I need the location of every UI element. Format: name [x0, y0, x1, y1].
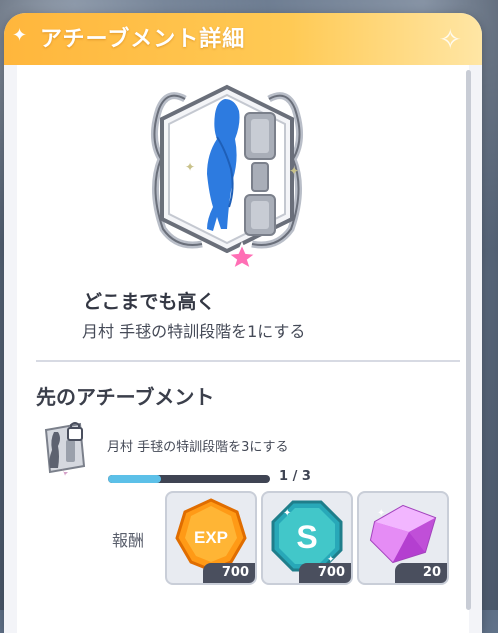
progress-text: 1 / 3 [279, 469, 311, 484]
modal-title: アチーブメント詳細 [40, 27, 246, 52]
svg-text:✦: ✦ [377, 508, 385, 519]
svg-text:✦: ✦ [289, 164, 299, 178]
achievement-emblem-icon: ✦ ✦ [151, 84, 303, 269]
progress-fill [108, 475, 162, 483]
reward-count: 700 [299, 563, 351, 583]
reward-count: 700 [203, 563, 255, 583]
reward-exp[interactable]: EXP 700 [165, 491, 257, 585]
achievement-progress-bar [108, 475, 270, 483]
reward-s-coin[interactable]: S ✦ ✦ 700 [261, 491, 353, 585]
reward-label: 報酬 [112, 531, 145, 550]
next-achievement-title: 先のアチーブメント [36, 385, 215, 409]
exp-text: EXP [194, 528, 228, 547]
locked-achievement-emblem-icon [44, 422, 86, 476]
scrollbar[interactable] [466, 70, 471, 610]
modal-header: ✦ アチーブメント詳細 ✧ [4, 13, 482, 65]
svg-text:✦: ✦ [283, 508, 291, 519]
achievement-name: どこまでも高く [83, 291, 216, 313]
sparkle-icon: ✦ [12, 25, 28, 46]
next-achievement-description: 月村 手毬の特訓段階を3にする [107, 440, 289, 455]
svg-text:✦: ✦ [185, 160, 195, 174]
divider [36, 360, 460, 362]
reward-gem[interactable]: ✦ 20 [357, 491, 449, 585]
reward-count: 20 [395, 563, 447, 583]
sparkle-decoration-icon: ✧ [438, 23, 462, 56]
achievement-description: 月村 手毬の特訓段階を1にする [82, 322, 306, 341]
s-coin-text: S [296, 519, 317, 555]
